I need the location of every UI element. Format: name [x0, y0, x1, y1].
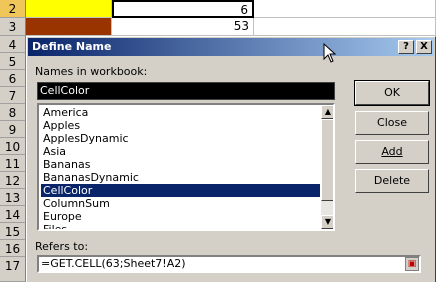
refers-to-label: Refers to: [35, 240, 89, 253]
name-input[interactable]: CellColor [37, 82, 335, 100]
row-header-16[interactable]: 16 [0, 240, 26, 257]
add-button[interactable]: Add [355, 140, 429, 164]
list-item[interactable]: Apples [41, 119, 320, 132]
list-item[interactable]: Asia [41, 145, 320, 158]
close-x-button[interactable]: X [416, 40, 432, 54]
list-item[interactable]: BananasDynamic [41, 171, 320, 184]
row-header-5[interactable]: 5 [0, 53, 26, 70]
refers-to-input[interactable]: =GET.CELL(63;Sheet7!A2) [37, 255, 421, 273]
help-button[interactable]: ? [398, 40, 414, 54]
cell-a3[interactable] [26, 18, 112, 36]
cell-a2[interactable] [26, 0, 112, 18]
row-header-8[interactable]: 8 [0, 104, 26, 121]
cell-b3[interactable]: 53 [112, 18, 254, 36]
list-item[interactable]: Europe [41, 210, 320, 223]
row-header-4[interactable]: 4 [0, 36, 26, 53]
row-header-13[interactable]: 13 [0, 189, 26, 206]
chevron-up-icon[interactable]: ▲ [321, 105, 333, 119]
row-header-9[interactable]: 9 [0, 121, 26, 138]
row-header-14[interactable]: 14 [0, 206, 26, 223]
dialog-titlebar[interactable]: Define Name ? X [28, 38, 434, 56]
row-header-7[interactable]: 7 [0, 87, 26, 104]
row-header-6[interactable]: 6 [0, 70, 26, 87]
chevron-down-icon[interactable]: ▼ [321, 215, 333, 229]
list-item[interactable]: ApplesDynamic [41, 132, 320, 145]
list-scrollbar[interactable]: ▲ ▼ [321, 105, 333, 229]
delete-button[interactable]: Delete [355, 169, 429, 193]
mouse-cursor-icon [323, 43, 337, 63]
row-header-3[interactable]: 3 [0, 18, 26, 36]
row-header-11[interactable]: 11 [0, 155, 26, 172]
cell-c2[interactable] [254, 0, 436, 18]
cell-b2-active[interactable]: 6 [112, 0, 254, 18]
names-in-workbook-label: Names in workbook: [35, 65, 148, 78]
row-header-17[interactable]: 17 [0, 257, 26, 282]
close-button[interactable]: Close [355, 111, 429, 135]
list-item[interactable]: ColumnSum [41, 197, 320, 210]
row-header-10[interactable]: 10 [0, 138, 26, 155]
scrollbar-thumb[interactable] [321, 119, 333, 201]
list-item[interactable]: Files [41, 223, 320, 229]
row-header-2[interactable]: 2 [0, 0, 26, 18]
collapse-dialog-icon[interactable]: ▣ [405, 257, 419, 271]
cell-c3[interactable] [254, 18, 436, 36]
dialog-title: Define Name [32, 40, 112, 53]
list-item-selected[interactable]: CellColor [41, 184, 320, 197]
row-header-15[interactable]: 15 [0, 223, 26, 240]
list-item[interactable]: America [41, 106, 320, 119]
names-listbox[interactable]: America Apples ApplesDynamic Asia Banana… [37, 103, 335, 231]
ok-button[interactable]: OK [354, 80, 430, 106]
define-name-dialog: Define Name ? X Names in workbook: CellC… [26, 36, 436, 282]
list-item[interactable]: Bananas [41, 158, 320, 171]
row-header-12[interactable]: 12 [0, 172, 26, 189]
